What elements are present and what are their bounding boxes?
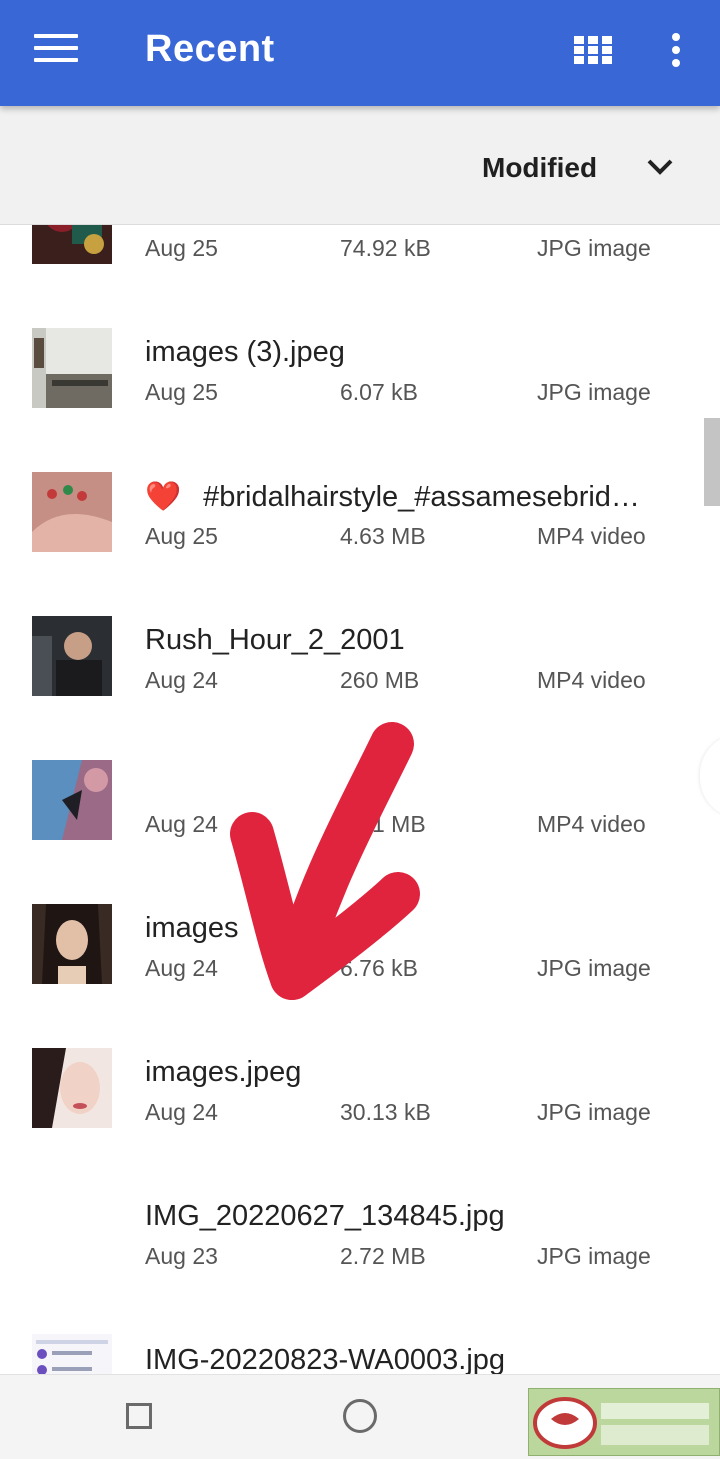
file-size: 260 MB [340,667,420,693]
file-thumbnail [32,904,112,984]
file-date: Aug 25 [145,523,218,549]
chevron-down-icon[interactable] [646,158,674,176]
file-type: JPG image [537,1243,651,1269]
file-thumbnail [32,616,112,696]
sort-bar: Modified [0,106,720,225]
file-size: 4.63 MB [340,523,426,549]
file-name: Rush_Hour_2_2001 [145,624,405,656]
list-item[interactable]: Aug 25 74.92 kB JPG image [0,224,700,288]
file-date: Aug 23 [145,1243,218,1269]
list-item[interactable]: IMG_20220627_134845.jpg Aug 23 2.72 MB J… [0,1152,700,1296]
file-size: 30.13 kB [340,1099,431,1125]
list-item[interactable]: images.jpeg Aug 24 30.13 kB JPG image [0,1008,700,1152]
circle-home-icon[interactable] [343,1399,377,1433]
file-thumbnail [32,472,112,552]
square-recents-icon[interactable] [126,1403,152,1429]
file-name: images.jpeg [145,1056,302,1088]
file-type: MP4 video [537,667,646,693]
file-name: #bridalhairstyle_#assamesebrid… [203,481,640,513]
list-item[interactable]: Rush_Hour_2_2001 Aug 24 260 MB MP4 video [0,576,700,720]
file-date: Aug 24 [145,1099,218,1125]
file-type: MP4 video [537,811,646,837]
file-thumbnail [32,1334,112,1374]
file-type: JPG image [537,955,651,981]
list-item[interactable]: images (3).jpeg Aug 25 6.07 kB JPG image [0,288,700,432]
file-thumbnail [32,1192,112,1272]
file-date: Aug 24 [145,811,218,837]
watermark-logo [528,1388,720,1456]
file-type: JPG image [537,235,651,261]
file-name: images (3).jpeg [145,336,345,368]
heart-emoji: ❤️ [145,481,182,513]
file-type: JPG image [537,379,651,405]
list-item[interactable]: IMG-20220823-WA0003.jpg [0,1296,700,1374]
file-name: images [145,912,239,944]
file-thumbnail [32,328,112,408]
file-date: Aug 24 [145,955,218,981]
file-date: Aug 25 [145,379,218,405]
list-item[interactable]: images Aug 24 6.76 kB JPG image [0,864,700,1008]
file-date: Aug 25 [145,235,218,261]
sort-label[interactable]: Modified [482,152,597,184]
file-list: Aug 25 74.92 kB JPG image images (3).jpe… [0,224,720,1374]
menu-icon[interactable] [34,34,78,70]
file-type: MP4 video [537,523,646,549]
file-size: 6.07 kB [340,379,418,405]
app-bar: Recent [0,0,720,106]
file-thumbnail [32,1048,112,1128]
file-size: 1 MB [372,811,426,837]
more-vert-icon[interactable] [664,32,688,72]
grid-view-icon[interactable] [574,36,612,64]
file-name: IMG-20220823-WA0003.jpg [145,1344,506,1374]
file-size: 74.92 kB [340,235,431,261]
page-title: Recent [145,28,275,70]
file-size: 2.72 MB [340,1243,426,1269]
list-item[interactable]: ❤️ #bridalhairstyle_#assamesebrid… Aug 25… [0,432,700,576]
list-item[interactable]: Aug 24 1 MB MP4 video [0,720,700,864]
file-type: JPG image [537,1099,651,1125]
scrollbar-thumb[interactable] [704,418,720,506]
file-thumbnail [32,760,112,840]
file-date: Aug 24 [145,667,218,693]
file-thumbnail [32,224,112,264]
file-name: IMG_20220627_134845.jpg [145,1200,505,1232]
file-size: 6.76 kB [340,955,418,981]
